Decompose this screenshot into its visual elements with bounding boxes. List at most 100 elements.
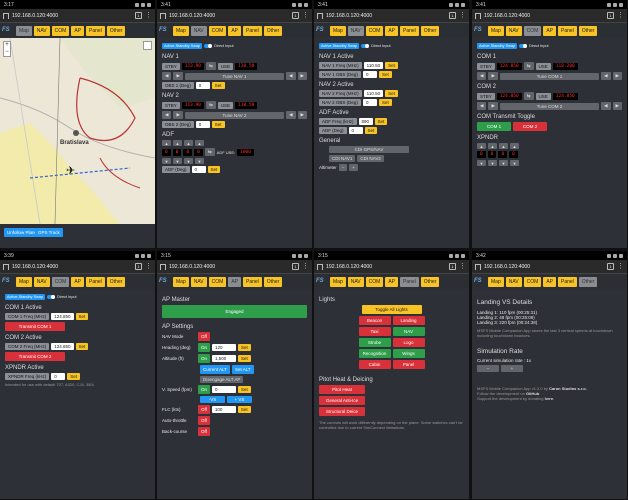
logo-button[interactable]: Logo: [392, 338, 425, 347]
backcourse-toggle[interactable]: Off: [198, 427, 210, 436]
menu-icon[interactable]: ⋮: [302, 263, 309, 270]
nav-ap[interactable]: AP: [543, 276, 556, 287]
nav-ap[interactable]: AP: [228, 276, 241, 287]
adf-up-icon[interactable]: ▲: [184, 140, 193, 146]
nav-nav[interactable]: NAV: [505, 25, 522, 36]
adf-down-icon[interactable]: ▼: [195, 158, 204, 164]
nav-ap[interactable]: AP: [543, 25, 556, 36]
nav-nav[interactable]: NAV: [347, 276, 364, 287]
nav-panel[interactable]: Panel: [558, 276, 577, 287]
toggle-switch[interactable]: [361, 44, 370, 48]
nav2-obs-input[interactable]: 0: [362, 99, 377, 106]
url-text[interactable]: 192.168.0.120:4000: [326, 13, 446, 19]
nav-map[interactable]: Map: [488, 276, 504, 287]
donate-link[interactable]: here.: [545, 396, 555, 401]
disengage-alt-button[interactable]: Disengage ALT AP: [200, 376, 244, 383]
nav-other[interactable]: Other: [106, 25, 126, 36]
menu-icon[interactable]: ⋮: [145, 12, 152, 19]
mode-toggle[interactable]: Active-Standby Swap Direct Input: [319, 43, 464, 49]
wings-button[interactable]: Wings: [392, 349, 425, 358]
com2-transmit-button[interactable]: COM 2: [513, 122, 547, 131]
com1-freq-input[interactable]: 124.850: [51, 313, 74, 320]
address-bar[interactable]: 192.168.0.120:4000 1 ⋮: [157, 260, 312, 274]
inc-button[interactable]: ▶: [488, 102, 498, 110]
vs-minus-button[interactable]: -VS: [200, 396, 225, 403]
panel-light-button[interactable]: Panel: [392, 360, 425, 369]
nav-com[interactable]: COM: [51, 276, 70, 287]
tabs-icon[interactable]: 1: [135, 263, 142, 270]
mode-toggle[interactable]: Active-Standby Swap Direct Input: [477, 43, 622, 49]
flc-set-button[interactable]: Set: [237, 406, 251, 413]
recognition-button[interactable]: Recognition: [358, 349, 391, 358]
heading-toggle[interactable]: On: [198, 343, 211, 352]
gps-track-button[interactable]: GPS Track: [35, 228, 63, 237]
obs1-input[interactable]: 0: [195, 82, 210, 89]
com1-transmit-button[interactable]: COM 1: [477, 122, 511, 131]
url-text[interactable]: 192.168.0.120:4000: [12, 13, 132, 19]
adf-deg-input[interactable]: 0: [348, 127, 363, 134]
xpndr-down-icon[interactable]: ▼: [488, 160, 497, 166]
alt-dec-button[interactable]: −: [338, 164, 348, 171]
xpndr-down-icon[interactable]: ▼: [499, 160, 508, 166]
nav-panel[interactable]: Panel: [243, 25, 262, 36]
address-bar[interactable]: 192.168.0.120:4000 1 ⋮: [472, 260, 627, 274]
dec2-button[interactable]: ◀: [286, 72, 296, 80]
xpndr-down-icon[interactable]: ▼: [510, 160, 519, 166]
zoom-control[interactable]: + −: [3, 41, 11, 57]
address-bar[interactable]: 192.168.0.120:4000 1 ⋮: [157, 9, 312, 23]
dec2-button[interactable]: ◀: [601, 102, 611, 110]
adf-down-icon[interactable]: ▼: [184, 158, 193, 164]
tabs-icon[interactable]: 1: [135, 12, 142, 19]
menu-icon[interactable]: ⋮: [145, 263, 152, 270]
current-alt-button[interactable]: Current ALT: [200, 365, 230, 374]
toggle-switch[interactable]: [47, 295, 56, 299]
tabs-icon[interactable]: 1: [292, 12, 299, 19]
tune-nav1-button[interactable]: Tune NAV 1: [184, 72, 285, 80]
nav-com[interactable]: COM: [365, 25, 384, 36]
nav-ap[interactable]: AP: [71, 276, 84, 287]
xpndr-freq-input[interactable]: 0: [51, 373, 66, 380]
xpndr-down-icon[interactable]: ▼: [477, 160, 486, 166]
home-icon[interactable]: [160, 12, 166, 19]
flc-toggle[interactable]: Off: [198, 405, 210, 414]
nav-com[interactable]: COM: [208, 25, 227, 36]
tabs-icon[interactable]: 1: [449, 12, 456, 19]
nav-nav[interactable]: NAV: [33, 25, 50, 36]
swap-icon[interactable]: ⇆: [206, 62, 216, 70]
nav-map[interactable]: Map: [16, 276, 32, 287]
nav-other[interactable]: Other: [263, 276, 283, 287]
nav-nav[interactable]: NAV: [190, 25, 207, 36]
inc2-button[interactable]: ▶: [612, 102, 622, 110]
nav-com[interactable]: COM: [365, 276, 384, 287]
heading-input[interactable]: 120: [212, 344, 237, 351]
dec-button[interactable]: ◀: [477, 72, 487, 80]
set-button[interactable]: Set: [75, 343, 89, 350]
com2-freq-input[interactable]: 124.850: [51, 343, 74, 350]
tabs-icon[interactable]: 1: [607, 12, 614, 19]
layers-icon[interactable]: [143, 41, 152, 50]
nav1-freq-input[interactable]: 110.50: [363, 62, 384, 69]
menu-icon[interactable]: ⋮: [302, 12, 309, 19]
nav-ap[interactable]: AP: [228, 25, 241, 36]
transmit-com2-button[interactable]: Transmit COM 2: [5, 352, 65, 361]
cdi-gps-nav-button[interactable]: CDI GPS/NAV: [329, 146, 409, 153]
set-alt-button[interactable]: Set ALT: [231, 365, 254, 374]
url-text[interactable]: 192.168.0.120:4000: [169, 264, 289, 270]
dec2-button[interactable]: ◀: [286, 111, 296, 119]
tune-nav2-button[interactable]: Tune NAV 2: [184, 111, 285, 119]
inc-button[interactable]: ▶: [173, 72, 183, 80]
inc2-button[interactable]: ▶: [612, 72, 622, 80]
set-button[interactable]: Set: [385, 90, 398, 97]
nav-nav[interactable]: NAV: [505, 276, 522, 287]
heading-set-button[interactable]: Set: [238, 344, 251, 351]
swap-icon[interactable]: ⇆: [206, 101, 216, 109]
nav-panel[interactable]: Panel: [86, 276, 105, 287]
nav-other[interactable]: Other: [578, 25, 598, 36]
swap-icon[interactable]: ⇆: [204, 148, 215, 156]
landing-button[interactable]: Landing: [392, 316, 425, 325]
nav-com[interactable]: COM: [51, 25, 70, 36]
obs1-set-button[interactable]: Set: [211, 82, 225, 89]
menu-icon[interactable]: ⋮: [459, 263, 466, 270]
address-bar[interactable]: 192.168.0.120:4000 1 ⋮: [0, 9, 155, 23]
vs-set-button[interactable]: Set: [238, 386, 251, 393]
